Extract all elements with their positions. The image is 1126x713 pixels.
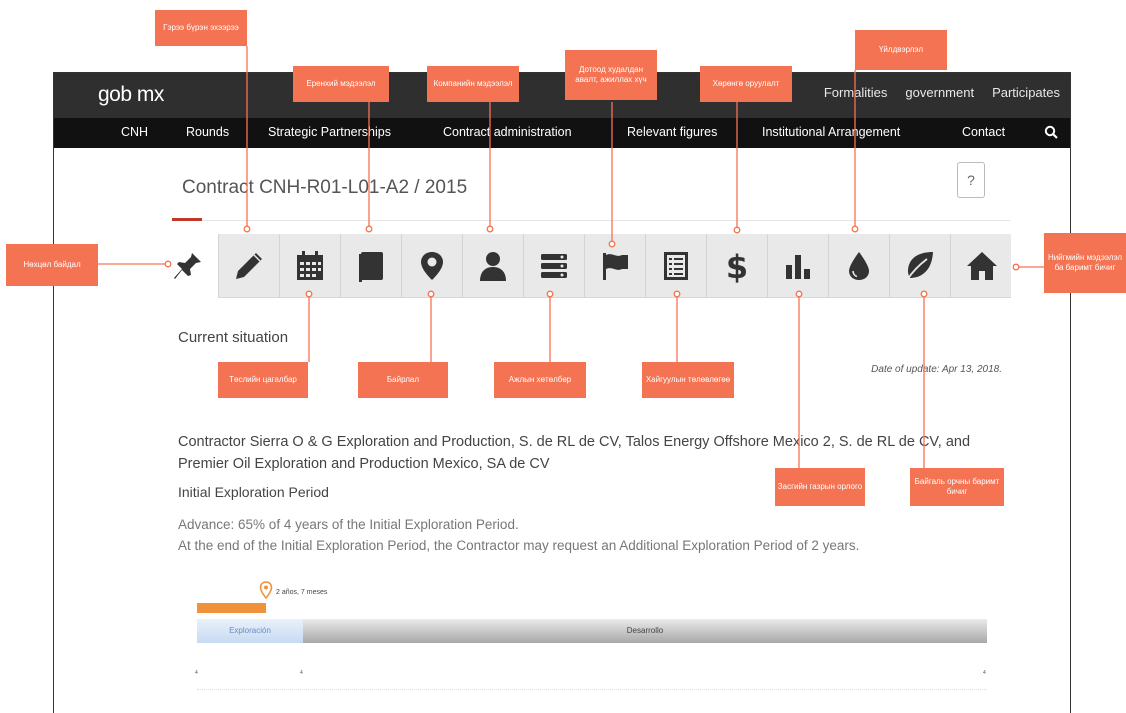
timeline-axis (197, 689, 987, 690)
advance-line-1: Advance: 65% of 4 years of the Initial E… (178, 517, 519, 532)
annotation-status: Нөхцөл байдал (6, 244, 98, 286)
nav-item-relevant-figures[interactable]: Relevant figures (627, 125, 717, 139)
checklist-icon (664, 252, 688, 280)
annotation-exploration-plan: Хайгуулын төлөвлөгөө (642, 362, 734, 398)
annotation-schedule: Төслийн цагалбар (218, 362, 308, 398)
nav-item-contract-administration[interactable]: Contract administration (443, 125, 572, 139)
advance-text: Advance: 65% of 4 years of the Initial E… (178, 514, 1058, 556)
timeline-tick-mid: 4 (300, 670, 303, 676)
tab-local-content[interactable] (585, 234, 646, 298)
svg-text:$: $ (726, 249, 748, 283)
timeline-tick-end: 4 (983, 670, 986, 676)
timeline-exploration: Exploración (197, 619, 303, 643)
home-icon (966, 252, 997, 280)
annotation-government-revenue: Засгийн газрын орлого (775, 468, 865, 506)
annotation-environment: Байгаль орчны баримт бичиг (910, 468, 1004, 506)
leaf-icon (906, 252, 933, 281)
main-nav: CNH Rounds Strategic Partnerships Contra… (54, 118, 1070, 148)
nav-item-strategic-partnerships[interactable]: Strategic Partnerships (268, 125, 391, 139)
advance-line-2: At the end of the Initial Exploration Pe… (178, 538, 860, 553)
update-date: Date of update: Apr 13, 2018. (871, 364, 1002, 375)
tab-environment[interactable] (890, 234, 951, 298)
timeline-progress-bar (197, 603, 266, 613)
tab-schedule[interactable] (280, 234, 341, 298)
pencil-icon (236, 253, 262, 279)
list-icon (541, 254, 567, 278)
nav-item-contact[interactable]: Contact (962, 125, 1005, 139)
tab-government-revenue[interactable] (768, 234, 829, 298)
tab-location[interactable] (402, 234, 463, 298)
tab-investment[interactable]: $ (707, 234, 768, 298)
search-icon[interactable] (1044, 125, 1058, 139)
document-icon (359, 252, 383, 282)
tab-full-contract[interactable] (219, 234, 280, 298)
annotation-production: Үйлдвэрлэл (855, 30, 947, 70)
top-link-participates[interactable]: Participates (992, 85, 1060, 100)
bar-chart-icon (786, 255, 810, 279)
tab-status[interactable] (158, 234, 219, 298)
annotation-location: Байрлал (358, 362, 448, 398)
tab-exploration-plan[interactable] (646, 234, 707, 298)
tab-social-info[interactable] (951, 234, 1012, 298)
title-divider (172, 220, 1010, 221)
nav-item-cnh[interactable]: CNH (121, 125, 148, 139)
annotated-screenshot: gob mx Formalities government Participat… (0, 0, 1126, 713)
help-button[interactable]: ? (957, 162, 985, 198)
top-link-government[interactable]: government (905, 85, 974, 100)
top-bar: gob mx Formalities government Participat… (54, 73, 1070, 118)
annotation-full-contract: Гэрээ бүрэн эхээрээ (155, 10, 247, 46)
page-title: Contract CNH-R01-L01-A2 / 2015 (182, 177, 468, 198)
top-links: Formalities government Participates (824, 85, 1060, 100)
timeline-development: Desarrollo (303, 619, 987, 643)
title-underline (172, 218, 202, 221)
site-logo[interactable]: gob mx (98, 83, 164, 107)
location-icon (421, 252, 443, 280)
contractor-text: Contractor Sierra O & G Exploration and … (178, 434, 971, 472)
timeline-tick-start: 4 (195, 670, 198, 676)
person-icon (480, 252, 506, 281)
annotation-local-content: Дотоод худалдан авалт, ажиллах хүч (565, 50, 657, 100)
timeline-marker-icon (259, 581, 273, 599)
annotation-general-info: Еренхий мэдээлэл (293, 66, 389, 102)
annotation-investment: Хөрөнгө оруулалт (700, 66, 792, 102)
tab-work-program[interactable] (524, 234, 585, 298)
tab-general-info[interactable] (341, 234, 402, 298)
nav-item-rounds[interactable]: Rounds (186, 125, 229, 139)
annotation-work-program: Ажлын хөтөлбөр (494, 362, 586, 398)
top-link-formalities[interactable]: Formalities (824, 85, 888, 100)
nav-item-institutional-arrangement[interactable]: Institutional Arrangement (762, 125, 900, 139)
section-title: Current situation (178, 329, 289, 346)
period-title: Initial Exploration Period (178, 484, 329, 500)
annotation-social-info: Нийгмийн мэдээлэл ба баримт бичиг (1044, 233, 1126, 293)
timeline-marker-label: 2 años, 7 meses (276, 589, 328, 596)
calendar-icon (297, 251, 323, 280)
drop-icon (849, 252, 869, 280)
tab-company-info[interactable] (463, 234, 524, 298)
pin-icon (174, 253, 201, 279)
annotation-company-info: Компанийн мэдээлэл (427, 66, 519, 102)
dollar-icon: $ (726, 249, 748, 283)
tab-production[interactable] (829, 234, 890, 298)
section-tab-bar: $ (158, 234, 1011, 298)
flag-icon (603, 253, 628, 280)
